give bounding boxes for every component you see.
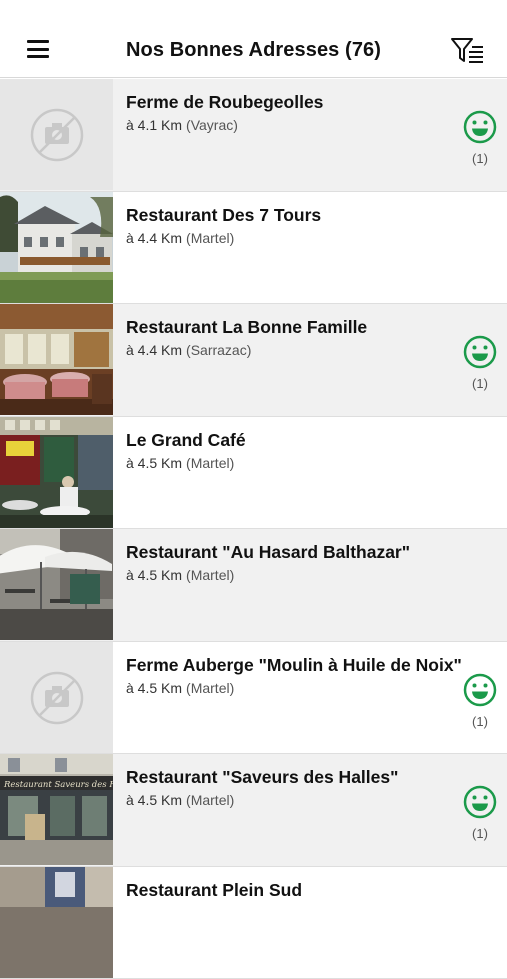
item-town: (Martel) bbox=[186, 792, 234, 808]
rating: (1) bbox=[462, 784, 498, 841]
item-location: à 4.4 Km(Sarrazac) bbox=[126, 342, 251, 358]
list-item[interactable]: Restaurant Plein Sud bbox=[0, 867, 507, 979]
rating: (1) bbox=[462, 109, 498, 166]
address-list: Ferme de Roubegeolles à 4.1 Km(Vayrac) (… bbox=[0, 79, 507, 979]
no-photo-placeholder bbox=[0, 79, 113, 190]
restaurant-photo bbox=[0, 417, 113, 528]
list-item[interactable]: Restaurant "Au Hasard Balthazar" à 4.5 K… bbox=[0, 529, 507, 642]
list-item[interactable]: Ferme Auberge "Moulin à Huile de Noix" à… bbox=[0, 642, 507, 755]
item-town: (Sarrazac) bbox=[186, 342, 251, 358]
item-location: à 4.1 Km(Vayrac) bbox=[126, 117, 238, 133]
restaurant-photo bbox=[0, 867, 113, 978]
item-name: Ferme Auberge "Moulin à Huile de Noix" bbox=[126, 655, 462, 676]
list-item[interactable]: Restaurant Saveurs des H Restaurant "Sav… bbox=[0, 754, 507, 867]
app-header: Nos Bonnes Adresses (76) bbox=[0, 0, 507, 78]
restaurant-photo bbox=[0, 529, 113, 640]
restaurant-photo: Restaurant Saveurs des H bbox=[0, 754, 113, 865]
item-name: Restaurant Des 7 Tours bbox=[126, 205, 321, 226]
filter-list-icon[interactable] bbox=[450, 36, 486, 66]
list-item[interactable]: Restaurant La Bonne Famille à 4.4 Km(Sar… bbox=[0, 304, 507, 417]
no-photo-placeholder bbox=[0, 642, 113, 753]
item-location: à 4.4 Km(Martel) bbox=[126, 230, 234, 246]
rating-count: (1) bbox=[462, 151, 498, 166]
item-location: à 4.5 Km(Martel) bbox=[126, 567, 234, 583]
list-item[interactable]: Ferme de Roubegeolles à 4.1 Km(Vayrac) (… bbox=[0, 79, 507, 192]
item-town: (Martel) bbox=[186, 455, 234, 471]
restaurant-photo bbox=[0, 304, 113, 415]
item-distance: à 4.4 Km bbox=[126, 342, 182, 358]
item-distance: à 4.5 Km bbox=[126, 455, 182, 471]
item-town: (Vayrac) bbox=[186, 117, 238, 133]
list-item[interactable]: Le Grand Café à 4.5 Km(Martel) bbox=[0, 417, 507, 530]
smiley-icon bbox=[462, 109, 498, 145]
rating-count: (1) bbox=[462, 376, 498, 391]
rating-count: (1) bbox=[462, 826, 498, 841]
item-distance: à 4.5 Km bbox=[126, 792, 182, 808]
item-name: Restaurant La Bonne Famille bbox=[126, 317, 367, 338]
page-title: Nos Bonnes Adresses (76) bbox=[0, 39, 507, 62]
item-town: (Martel) bbox=[186, 680, 234, 696]
smiley-icon bbox=[462, 784, 498, 820]
item-distance: à 4.5 Km bbox=[126, 680, 182, 696]
rating: (1) bbox=[462, 672, 498, 729]
item-name: Restaurant "Au Hasard Balthazar" bbox=[126, 542, 410, 563]
item-name: Ferme de Roubegeolles bbox=[126, 92, 323, 113]
shop-sign-text: Restaurant Saveurs des H bbox=[3, 780, 113, 790]
list-item[interactable]: Restaurant Des 7 Tours à 4.4 Km(Martel) bbox=[0, 192, 507, 305]
item-location: à 4.5 Km(Martel) bbox=[126, 455, 234, 471]
item-name: Le Grand Café bbox=[126, 430, 246, 451]
item-distance: à 4.4 Km bbox=[126, 230, 182, 246]
restaurant-photo bbox=[0, 192, 113, 303]
item-name: Restaurant "Saveurs des Halles" bbox=[126, 767, 398, 788]
rating: (1) bbox=[462, 334, 498, 391]
smiley-icon bbox=[462, 334, 498, 370]
smiley-icon bbox=[462, 672, 498, 708]
item-distance: à 4.5 Km bbox=[126, 567, 182, 583]
item-distance: à 4.1 Km bbox=[126, 117, 182, 133]
item-name: Restaurant Plein Sud bbox=[126, 880, 302, 901]
item-location: à 4.5 Km(Martel) bbox=[126, 792, 234, 808]
item-town: (Martel) bbox=[186, 230, 234, 246]
item-location: à 4.5 Km(Martel) bbox=[126, 680, 234, 696]
item-town: (Martel) bbox=[186, 567, 234, 583]
rating-count: (1) bbox=[462, 714, 498, 729]
